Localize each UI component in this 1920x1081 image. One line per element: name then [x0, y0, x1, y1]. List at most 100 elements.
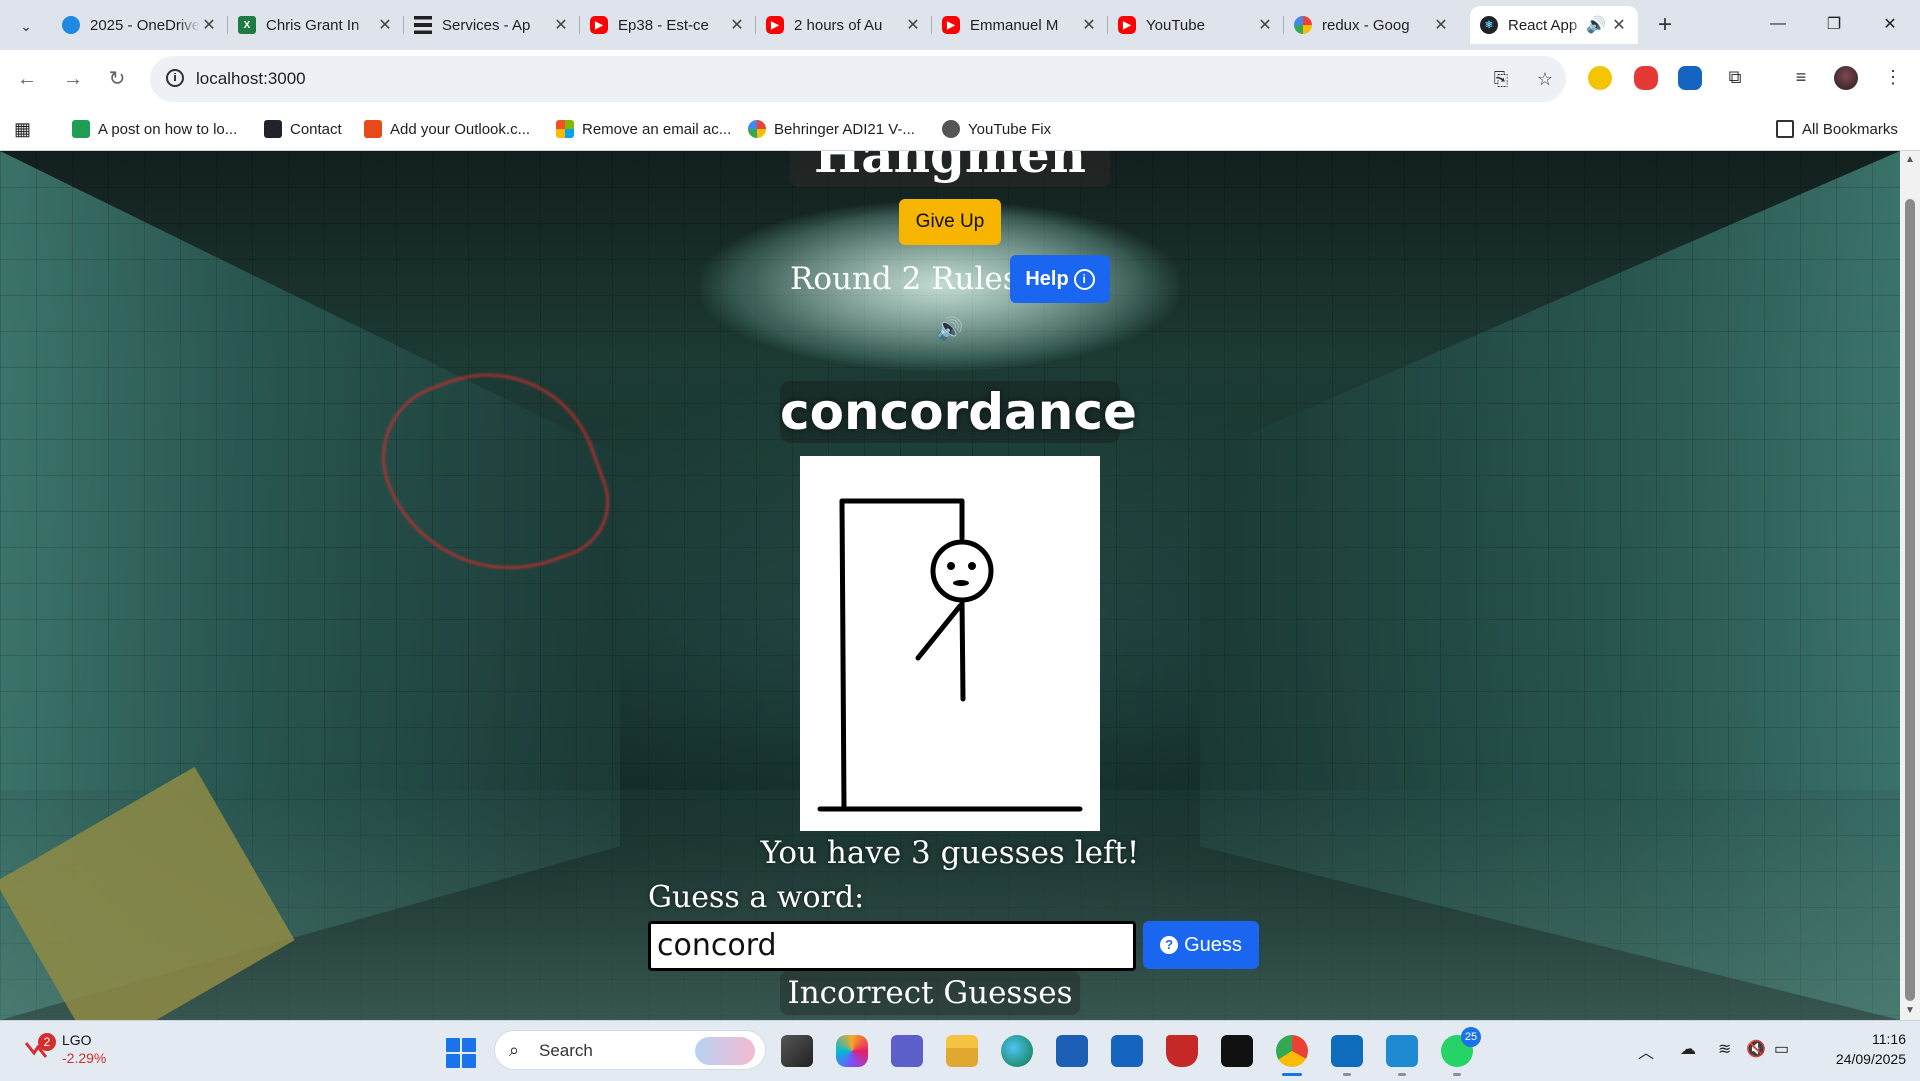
bookmark-label: Contact	[290, 120, 342, 138]
youtube-icon: ▶	[942, 16, 960, 34]
close-tab-icon[interactable]: ✕	[1080, 15, 1098, 35]
mcafee-icon[interactable]	[1166, 1035, 1198, 1067]
help-button[interactable]: Help i	[1010, 255, 1110, 303]
site-info-icon[interactable]: i	[166, 69, 184, 87]
scroll-up-arrow-icon[interactable]: ▲	[1900, 151, 1920, 169]
bookmark-label: Remove an email ac...	[582, 120, 732, 138]
stock-change: -2.29%	[62, 1050, 107, 1066]
teams-icon[interactable]	[891, 1035, 923, 1067]
more-menu-icon[interactable]: ⋮	[1882, 66, 1904, 88]
all-bookmarks-label: All Bookmarks	[1802, 120, 1898, 138]
start-button-windows-icon[interactable]	[446, 1038, 476, 1068]
all-bookmarks[interactable]: All Bookmarks	[1776, 117, 1898, 141]
taskbar-search[interactable]: ⌕ Search	[494, 1030, 766, 1070]
extension-blue-icon[interactable]	[1678, 66, 1702, 90]
bookmark-youtube-fix[interactable]: YouTube Fix	[942, 117, 1051, 141]
speaker-icon[interactable]: 🔊	[1586, 15, 1606, 35]
guess-button[interactable]: ? Guess	[1143, 921, 1259, 969]
file-explorer-icon[interactable]	[946, 1035, 978, 1067]
battery-icon[interactable]: ▭	[1774, 1039, 1789, 1059]
profile-avatar[interactable]	[1834, 66, 1858, 90]
apps-grid-icon[interactable]: ▦	[14, 117, 31, 141]
bookmark-remove-email[interactable]: Remove an email ac...	[556, 117, 731, 141]
tab-react-app[interactable]: ⚛ React App 🔊 ✕	[1470, 6, 1638, 44]
terminal-icon[interactable]	[1221, 1035, 1253, 1067]
incorrect-guesses-heading: Incorrect Guesses	[780, 971, 1080, 1015]
new-tab-button[interactable]: +	[1650, 10, 1680, 40]
menu-lines-icon	[414, 16, 432, 34]
extension-yellow-icon[interactable]	[1588, 66, 1612, 90]
back-button[interactable]: ←	[12, 64, 42, 94]
close-tab-icon[interactable]: ✕	[1256, 15, 1274, 35]
bookmark-behringer[interactable]: Behringer ADI21 V-...	[748, 117, 915, 141]
bookmark-outlook[interactable]: Add your Outlook.c...	[364, 117, 530, 141]
bookmark-contact[interactable]: Contact	[264, 117, 342, 141]
hangmen-page: Hangmen Give Up Round 2 Rules - Help i 🔊…	[0, 151, 1900, 1020]
address-bar[interactable]: i localhost:3000 ⎘ ☆	[150, 56, 1566, 102]
page-scrollbar[interactable]: ▲ ▼	[1900, 151, 1920, 1020]
youtube-icon: ▶	[766, 16, 784, 34]
close-window-button[interactable]: ✕	[1862, 0, 1918, 48]
install-app-icon[interactable]: ⎘	[1490, 68, 1512, 90]
hangman-body	[959, 597, 966, 702]
restore-button[interactable]: ❐	[1806, 0, 1862, 48]
game-title: Hangmen	[790, 151, 1110, 187]
bookmark-star-icon[interactable]: ☆	[1534, 68, 1556, 90]
whatsapp-icon[interactable]: 25	[1441, 1027, 1481, 1076]
tab-youtube[interactable]: ▶ YouTube ✕	[1108, 6, 1284, 44]
tab-title: Chris Grant In	[266, 16, 360, 34]
tab-excel[interactable]: X Chris Grant In ✕	[228, 6, 404, 44]
extensions-puzzle-icon[interactable]: ⧉	[1724, 66, 1746, 88]
tab-title: 2 hours of Au	[794, 16, 883, 34]
close-tab-icon[interactable]: ✕	[1432, 15, 1450, 35]
guess-input[interactable]: concord	[648, 921, 1136, 971]
close-tab-icon[interactable]: ✕	[552, 15, 570, 35]
extension-red-icon[interactable]	[1634, 66, 1658, 90]
excel-icon: X	[238, 16, 256, 34]
tab-ep38[interactable]: ▶ Ep38 - Est-ce ✕	[580, 6, 756, 44]
google-icon	[748, 120, 766, 138]
globe-icon	[942, 120, 960, 138]
stock-widget[interactable]: 2 LGO -2.29%	[24, 1031, 106, 1067]
tab-onedrive[interactable]: 2025 - OneDrive ✕	[52, 6, 228, 44]
vscode-icon[interactable]	[1386, 1035, 1418, 1076]
tab-2-hours[interactable]: ▶ 2 hours of Au ✕	[756, 6, 932, 44]
office-icon	[364, 120, 382, 138]
tab-search-chevron-icon[interactable]: ⌄	[10, 10, 42, 42]
forward-button[interactable]: →	[58, 64, 88, 94]
wifi-icon[interactable]: ≋	[1718, 1039, 1731, 1059]
close-tab-icon[interactable]: ✕	[200, 15, 218, 35]
bookmark-post[interactable]: A post on how to lo...	[72, 117, 237, 141]
scroll-down-arrow-icon[interactable]: ▼	[1900, 1002, 1920, 1020]
close-tab-icon[interactable]: ✕	[728, 15, 746, 35]
media-controls-icon[interactable]: ≡	[1790, 66, 1812, 88]
scrollbar-thumb[interactable]	[1905, 199, 1915, 1001]
sound-toggle-icon[interactable]: 🔊	[936, 316, 964, 341]
clock-date: 24/09/2025	[1835, 1051, 1906, 1067]
chrome-icon[interactable]	[1276, 1035, 1308, 1076]
tab-emmanuel[interactable]: ▶ Emmanuel M ✕	[932, 6, 1108, 44]
task-view-icon[interactable]	[781, 1035, 813, 1067]
minimize-button[interactable]: —	[1750, 0, 1806, 48]
give-up-button[interactable]: Give Up	[899, 199, 1001, 245]
close-tab-icon[interactable]: ✕	[1610, 15, 1628, 35]
show-hidden-icons-chevron-icon[interactable]: ︿	[1638, 1039, 1654, 1063]
tab-title: 2025 - OneDrive	[90, 16, 200, 34]
volume-muted-icon[interactable]: 🔇	[1746, 1039, 1766, 1059]
target-word: concordance	[780, 381, 1137, 443]
react-icon	[264, 120, 282, 138]
close-tab-icon[interactable]: ✕	[376, 15, 394, 35]
onedrive-cloud-icon[interactable]: ☁	[1680, 1039, 1696, 1059]
tab-title: Services - Ap	[442, 16, 531, 34]
outlook-icon[interactable]	[1331, 1035, 1363, 1076]
microsoft-store-icon[interactable]	[1056, 1035, 1088, 1067]
edge-icon[interactable]	[1001, 1035, 1033, 1067]
taskbar-clock[interactable]: 11:16 24/09/2025	[1810, 1029, 1906, 1069]
tab-services[interactable]: Services - Ap ✕	[404, 6, 580, 44]
vpn-app-icon[interactable]	[1111, 1035, 1143, 1067]
reload-button[interactable]: ↻	[102, 64, 132, 94]
copilot-icon[interactable]	[836, 1035, 868, 1067]
tab-redux-google[interactable]: redux - Goog ✕	[1284, 6, 1460, 44]
url-text[interactable]: localhost:3000	[196, 69, 306, 89]
close-tab-icon[interactable]: ✕	[904, 15, 922, 35]
